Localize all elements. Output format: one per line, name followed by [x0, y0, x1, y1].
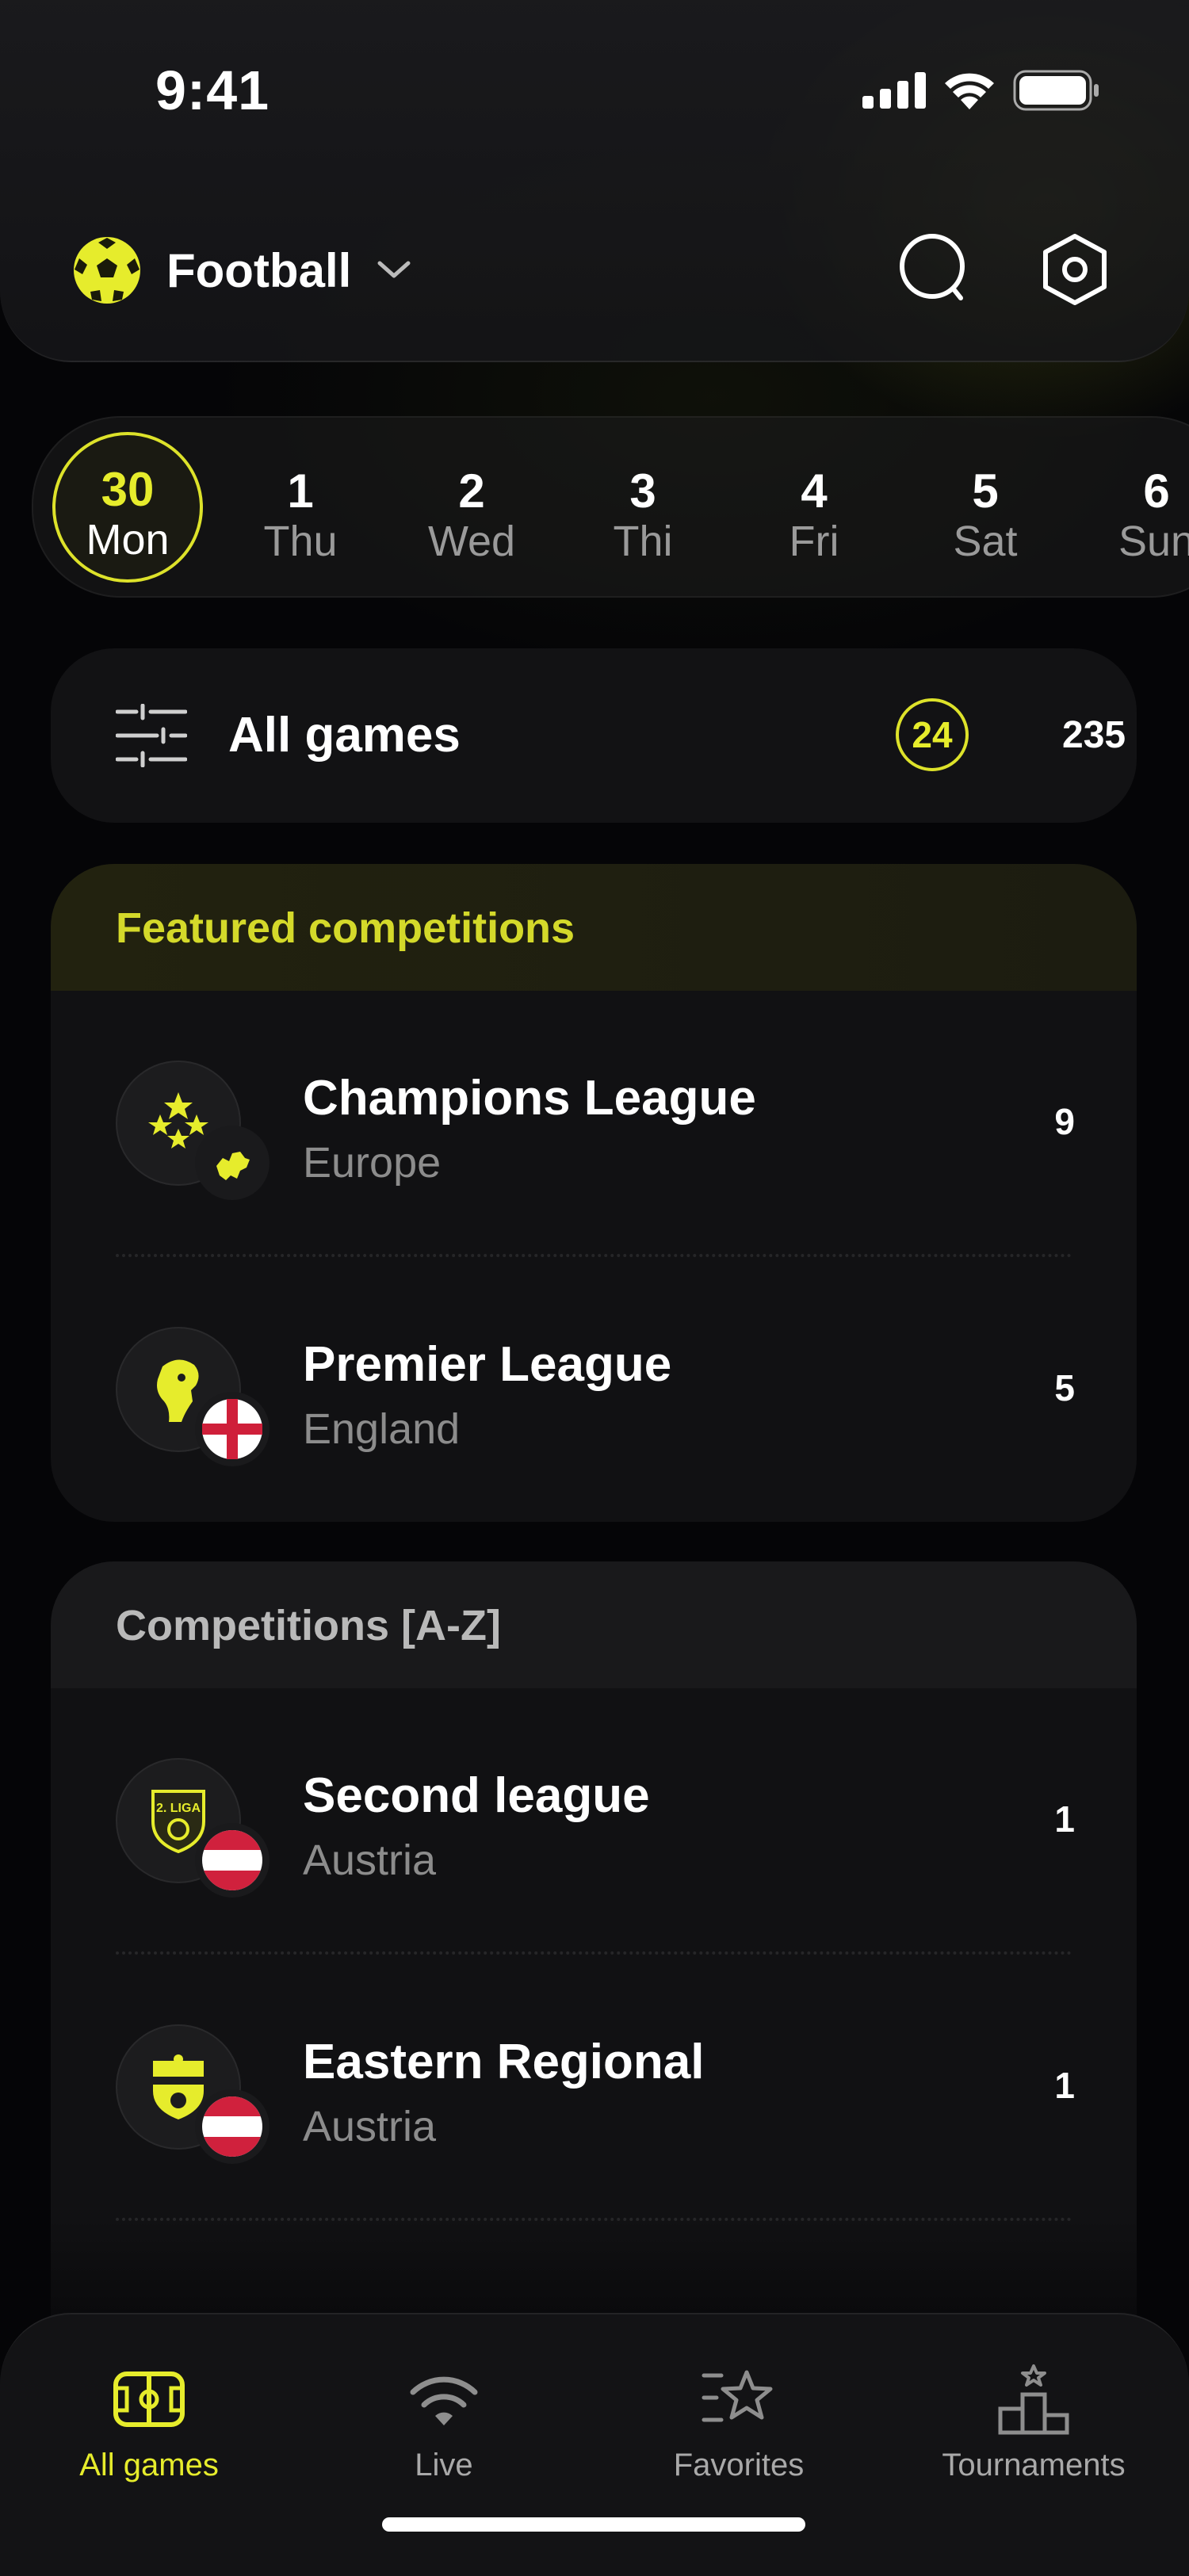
- nav-label: Live: [415, 2448, 473, 2482]
- competition-country: Europe: [303, 1139, 442, 1187]
- nav-all-games[interactable]: All games: [2, 2356, 296, 2483]
- game-count: 1: [1054, 1798, 1075, 1840]
- date-day: Sat: [953, 518, 1018, 565]
- status-time: 9:41: [155, 59, 270, 121]
- star-icon: [702, 2370, 773, 2422]
- date-number: 5: [972, 464, 999, 518]
- status-icons: [862, 70, 1100, 111]
- austria-flag-icon: [195, 2089, 270, 2164]
- competition-name: Eastern Regional: [303, 2035, 705, 2089]
- competition-name: Second league: [303, 1768, 650, 1823]
- competition-country: Austria: [303, 1836, 437, 1884]
- date-number: 3: [629, 464, 656, 518]
- podium-icon: [998, 2364, 1069, 2435]
- all-games-filter[interactable]: All games 24 235: [51, 648, 1137, 823]
- header-panel: 9:41 Football: [0, 0, 1189, 362]
- date-day: Wed: [427, 518, 516, 565]
- home-indicator[interactable]: [382, 2517, 805, 2532]
- austria-flag-icon: [195, 1823, 270, 1898]
- featured-competitions-card: Featured competitions Champions League E…: [51, 864, 1137, 1522]
- england-flag-icon: [195, 1392, 270, 1466]
- game-count: 5: [1054, 1367, 1075, 1408]
- bottom-navigation: All games Live Favorites Tournaments: [0, 2313, 1189, 2576]
- settings-button[interactable]: [1037, 231, 1113, 308]
- date-number: 4: [801, 464, 828, 518]
- nav-label: Tournaments: [942, 2448, 1126, 2482]
- battery-icon: [1013, 70, 1099, 111]
- competition-name: Champions League: [303, 1071, 756, 1126]
- section-header: Featured competitions: [51, 864, 1137, 991]
- date-strip: 30 Mon 1 Thu 2 Wed 3 Thi 4 Fri 5 Sat 6 S…: [32, 416, 1189, 598]
- search-button[interactable]: [897, 231, 973, 308]
- date-item-4[interactable]: 4 Fri: [739, 432, 889, 583]
- section-title: Featured competitions: [116, 904, 575, 952]
- game-count: 9: [1054, 1101, 1075, 1142]
- filter-sliders-icon: [116, 704, 187, 767]
- date-number: 2: [458, 464, 485, 518]
- football-icon: [74, 237, 140, 304]
- section-header: Competitions [A-Z]: [51, 1561, 1137, 1688]
- date-day: Sun: [1118, 518, 1189, 565]
- date-item-3[interactable]: 3 Thi: [568, 432, 718, 583]
- competition-row-premier-league[interactable]: Premier League England 5: [51, 1257, 1137, 1522]
- date-item-30[interactable]: 30 Mon: [52, 432, 203, 583]
- date-day: Thu: [263, 518, 338, 565]
- date-day: Fri: [789, 518, 839, 565]
- date-item-6[interactable]: 6 Sun: [1081, 432, 1189, 583]
- section-title: Competitions [A-Z]: [116, 1602, 501, 1649]
- competition-row-eastern-regional[interactable]: Eastern Regional Austria 1: [51, 1955, 1137, 2221]
- live-icon: [410, 2376, 478, 2425]
- date-item-2[interactable]: 2 Wed: [396, 432, 547, 583]
- competition-country: Austria: [303, 2103, 437, 2150]
- nav-label: All games: [79, 2448, 219, 2482]
- nav-label: Favorites: [673, 2448, 805, 2482]
- date-item-5[interactable]: 5 Sat: [910, 432, 1061, 583]
- date-number: 1: [287, 464, 314, 518]
- nav-tournaments[interactable]: Tournaments: [886, 2356, 1181, 2483]
- wifi-icon: [945, 73, 994, 109]
- second-league-logo-text: 2. LIGA: [156, 1802, 201, 1815]
- europe-map-icon: [195, 1126, 270, 1200]
- field-icon: [113, 2372, 185, 2427]
- game-count: 1: [1054, 2065, 1075, 2106]
- total-count: 235: [1062, 714, 1126, 756]
- nav-favorites[interactable]: Favorites: [591, 2356, 886, 2483]
- nav-live[interactable]: Live: [296, 2356, 591, 2483]
- signal-icon: [862, 72, 926, 109]
- competition-name: Premier League: [303, 1337, 672, 1392]
- competition-row-champions-league[interactable]: Champions League Europe 9: [51, 991, 1137, 1257]
- date-day: Mon: [86, 516, 170, 564]
- chevron-down-icon: [377, 261, 411, 278]
- sport-label: Football: [166, 243, 352, 297]
- sport-selector[interactable]: Football: [71, 235, 413, 306]
- live-count-badge: 24: [896, 698, 969, 771]
- competition-row-second-league[interactable]: 2. LIGA Second league Austria 1: [51, 1688, 1137, 1955]
- settings-hexagon-icon: [1043, 234, 1107, 305]
- date-item-1[interactable]: 1 Thu: [225, 432, 376, 583]
- date-day: Thi: [613, 518, 673, 565]
- all-games-label: All games: [228, 708, 461, 762]
- date-number: 30: [101, 463, 155, 516]
- competition-country: England: [303, 1405, 461, 1453]
- search-icon: [900, 234, 965, 300]
- date-number: 6: [1143, 464, 1170, 518]
